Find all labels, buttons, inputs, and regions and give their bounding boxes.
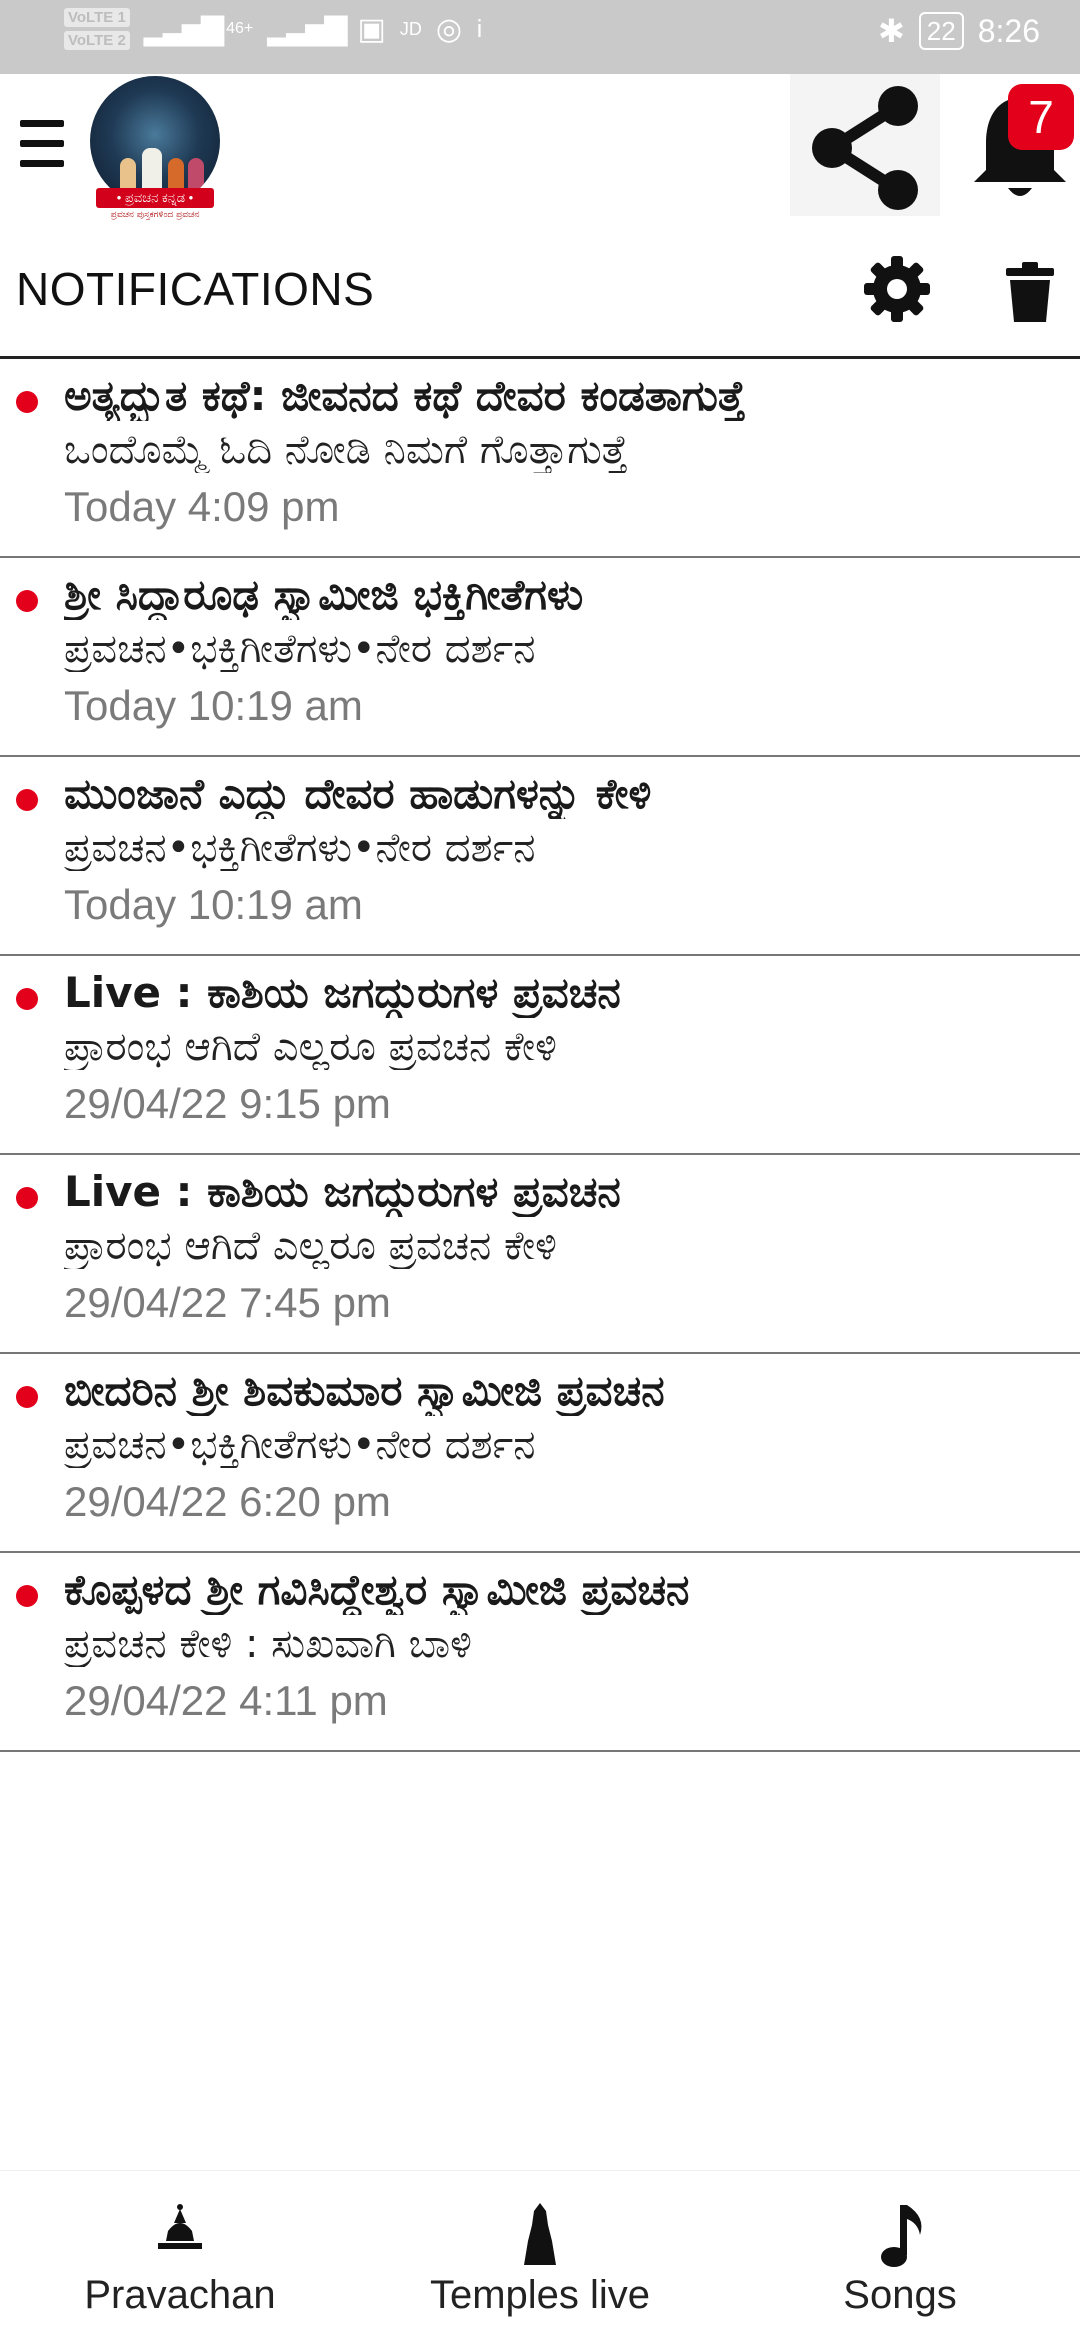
app-indicator-label: JD	[399, 18, 422, 39]
title-bar: NOTIFICATIONS	[0, 234, 1080, 358]
notification-title: ಕೊಪ್ಪಳದ ಶ್ರೀ ಗವಿಸಿದ್ದೇಶ್ವರ ಸ್ವಾಮೀಜಿ ಪ್ರವ…	[64, 1565, 690, 1614]
volte-2-label: VoLTE 2	[64, 31, 130, 50]
notification-title: ಅತ್ಯದ್ಭುತ ಕಥೆ: ಜೀವನದ ಕಥೆ ದೇವರ ಕಂಡತಾಗುತ್ತ…	[64, 371, 746, 420]
notification-time: 29/04/22 9:15 pm	[64, 1080, 391, 1127]
notification-title: Live : ಕಾಶಿಯ ಜಗದ್ಗುರುಗಳ ಪ್ರವಚನ	[64, 968, 621, 1017]
notification-item[interactable]: Live : ಕಾಶಿಯ ಜಗದ್ಗುರುಗಳ ಪ್ರವಚನ ಪ್ರಾರಂಭ ಆ…	[0, 1155, 1080, 1354]
unread-dot-icon	[16, 391, 38, 413]
volte-1-label: VoLTE 1	[64, 8, 130, 27]
signal-2-icon: ▂▃▅▇	[267, 12, 347, 46]
status-left: VoLTE 1 VoLTE 2 ▂▃▅▇ 46+ ▂▃▅▇ ▣ JD ◎ ⅰ	[64, 8, 483, 50]
notification-time: Today 10:19 am	[64, 881, 363, 928]
menu-icon	[20, 120, 64, 127]
runner-app-icon: ▣	[357, 12, 386, 46]
info-icon: ⅰ	[476, 15, 483, 43]
delete-all-button[interactable]	[1000, 260, 1060, 324]
tab-songs-label: Songs	[843, 2273, 957, 2317]
notification-time: 29/04/22 7:45 pm	[64, 1279, 391, 1326]
page-title: NOTIFICATIONS	[16, 263, 375, 315]
signal-icon: ▂▃▅▇	[143, 12, 224, 46]
share-button[interactable]	[790, 74, 940, 216]
notification-item[interactable]: ಅತ್ಯದ್ಭುತ ಕಥೆ: ಜೀವನದ ಕಥೆ ದೇವರ ಕಂಡತಾಗುತ್ತ…	[0, 359, 1080, 558]
unread-dot-icon	[16, 789, 38, 811]
notification-list: ಅತ್ಯದ್ಭುತ ಕಥೆ: ಜೀವನದ ಕಥೆ ದೇವರ ಕಂಡತಾಗುತ್ತ…	[0, 359, 1080, 1752]
unread-dot-icon	[16, 988, 38, 1010]
clock: 8:26	[977, 12, 1040, 49]
tab-temples-live[interactable]: Temples live	[360, 2171, 720, 2341]
notification-item[interactable]: ಬೀದರಿನ ಶ್ರೀ ಶಿವಕುಮಾರ ಸ್ವಾಮೀಜಿ ಪ್ರವಚನ ಪ್ರ…	[0, 1354, 1080, 1553]
logo-image	[90, 76, 220, 206]
notification-body: ಪ್ರವಚನ•ಭಕ್ತಿಗೀತೆಗಳು•ನೇರ ದರ್ಶನ	[64, 626, 536, 672]
app-logo[interactable]: • ಪ್ರವಚನ ಕನ್ನಡ • ಪ್ರವಚನ ಪುಸ್ತಕಗಳಿಂದ ಪ್ರವ…	[90, 76, 220, 224]
notification-body: ಪ್ರವಚನ•ಭಕ್ತಿಗೀತೆಗಳು•ನೇರ ದರ್ಶನ	[64, 825, 536, 871]
network-type-label: 46+	[226, 20, 254, 37]
notification-item[interactable]: ಕೊಪ್ಪಳದ ಶ್ರೀ ಗವಿಸಿದ್ದೇಶ್ವರ ಸ್ವಾಮೀಜಿ ಪ್ರವ…	[0, 1553, 1080, 1752]
share-icon	[812, 86, 918, 210]
whatsapp-icon: ◎	[435, 12, 463, 46]
notification-item[interactable]: Live : ಕಾಶಿಯ ಜಗದ್ಗುರುಗಳ ಪ್ರವಚನ ಪ್ರಾರಂಭ ಆ…	[0, 956, 1080, 1155]
notification-time: Today 4:09 pm	[64, 483, 340, 530]
tab-pravachan-label: Pravachan	[84, 2273, 276, 2317]
notification-time: 29/04/22 4:11 pm	[64, 1677, 388, 1724]
music-note-icon	[881, 2205, 922, 2267]
unread-dot-icon	[16, 1585, 38, 1607]
notification-body: ಪ್ರಾರಂಭ ಆಗಿದೆ ಎಲ್ಲರೂ ಪ್ರವಚನ ಕೇಳಿ	[64, 1024, 557, 1070]
battery-level: 22	[918, 12, 964, 50]
unread-dot-icon	[16, 1187, 38, 1209]
notification-item[interactable]: ಮುಂಜಾನೆ ಎದ್ದು ದೇವರ ಹಾಡುಗಳನ್ನು ಕೇಳಿ ಪ್ರವಚ…	[0, 757, 1080, 956]
trash-icon	[1006, 262, 1054, 322]
unread-dot-icon	[16, 1386, 38, 1408]
tab-pravachan[interactable]: Pravachan	[0, 2171, 360, 2341]
notification-body: ಪ್ರವಚನ•ಭಕ್ತಿಗೀತೆಗಳು•ನೇರ ದರ್ಶನ	[64, 1422, 536, 1468]
notification-title: Live : ಕಾಶಿಯ ಜಗದ್ಗುರುಗಳ ಪ್ರವಚನ	[64, 1167, 621, 1216]
unread-dot-icon	[16, 590, 38, 612]
bottom-navigation: Pravachan Temples live Songs	[0, 2170, 1080, 2341]
logo-banner: • ಪ್ರವಚನ ಕನ್ನಡ •	[96, 188, 214, 208]
notification-count-badge: 7	[1008, 84, 1074, 150]
volte-indicators: VoLTE 1 VoLTE 2	[64, 8, 130, 50]
status-bar: VoLTE 1 VoLTE 2 ▂▃▅▇ 46+ ▂▃▅▇ ▣ JD ◎ ⅰ ✱…	[0, 0, 1080, 74]
notification-time: Today 10:19 am	[64, 682, 363, 729]
tab-temples-live-label: Temples live	[429, 2273, 651, 2317]
notification-title: ಬೀದರಿನ ಶ್ರೀ ಶಿವಕುಮಾರ ಸ್ವಾಮೀಜಿ ಪ್ರವಚನ	[64, 1366, 665, 1415]
bluetooth-icon: ✱	[877, 13, 905, 49]
notification-body: ಪ್ರಾರಂಭ ಆಗಿದೆ ಎಲ್ಲರೂ ಪ್ರವಚನ ಕೇಳಿ	[64, 1223, 557, 1269]
settings-button[interactable]	[862, 254, 932, 324]
status-right: ✱ 22 8:26	[878, 12, 1040, 50]
gear-icon	[864, 256, 930, 322]
gopuram-icon	[524, 2203, 556, 2265]
logo-tagline: ಪ್ರವಚನ ಪುಸ್ತಕಗಳಿಂದ ಪ್ರವಚನ	[110, 210, 200, 220]
temple-icon	[158, 2204, 202, 2249]
notification-body: ಒಂದೊಮ್ಮೆ ಓದಿ ನೋಡಿ ನಿಮಗೆ ಗೊತ್ತಾಗುತ್ತೆ	[64, 427, 628, 473]
notification-item[interactable]: ಶ್ರೀ ಸಿದ್ಧಾರೂಢ ಸ್ವಾಮೀಜಿ ಭಕ್ತಿಗೀತೆಗಳು ಪ್ರ…	[0, 558, 1080, 757]
notification-title: ಶ್ರೀ ಸಿದ್ಧಾರೂಢ ಸ್ವಾಮೀಜಿ ಭಕ್ತಿಗೀತೆಗಳು	[64, 570, 584, 619]
notification-title: ಮುಂಜಾನೆ ಎದ್ದು ದೇವರ ಹಾಡುಗಳನ್ನು ಕೇಳಿ	[64, 769, 652, 818]
notification-body: ಪ್ರವಚನ ಕೇಳಿ : ಸುಖವಾಗಿ ಬಾಳಿ	[64, 1621, 472, 1667]
menu-button[interactable]	[20, 120, 64, 176]
notification-time: 29/04/22 6:20 pm	[64, 1478, 391, 1525]
tab-songs[interactable]: Songs	[720, 2171, 1080, 2341]
app-header: • ಪ್ರವಚನ ಕನ್ನಡ • ಪ್ರವಚನ ಪುಸ್ತಕಗಳಿಂದ ಪ್ರವ…	[0, 74, 1080, 234]
